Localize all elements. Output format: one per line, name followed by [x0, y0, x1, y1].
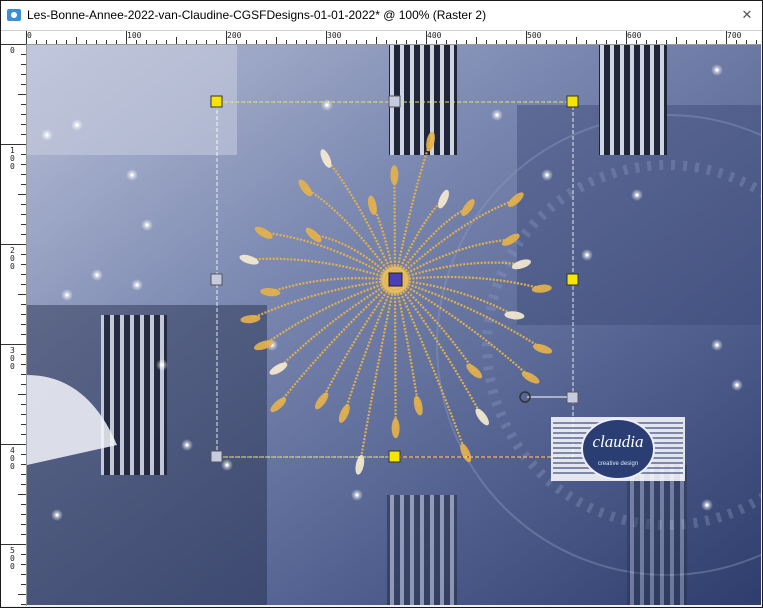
- vruler-label-100: 100: [10, 146, 15, 171]
- handle-top-left[interactable]: [210, 95, 223, 108]
- decor-bars: [101, 315, 167, 475]
- window-title: Les-Bonne-Annee-2022-van-Claudine-CGSFDe…: [27, 8, 487, 22]
- vruler-label-300: 300: [10, 346, 15, 371]
- vruler-label-400: 400: [10, 446, 15, 471]
- ruler-label-400: 400: [427, 31, 442, 40]
- decor-bars: [387, 495, 457, 605]
- vertical-ruler[interactable]: 0 100 200 300 400 500: [1, 44, 27, 606]
- image-canvas[interactable]: claudia creative design: [27, 45, 761, 605]
- ruler-label-100: 100: [127, 31, 142, 40]
- ruler-label-300: 300: [327, 31, 342, 40]
- handle-bottom[interactable]: [388, 450, 401, 463]
- horizontal-ruler[interactable]: 0 100 200 300 400 500 600 700: [26, 31, 761, 45]
- vruler-label-0: 0: [10, 46, 15, 55]
- background-panel: [27, 45, 237, 155]
- ruler-label-200: 200: [227, 31, 242, 40]
- image-document-icon: [7, 9, 21, 21]
- watermark-subtext: creative design: [598, 461, 638, 467]
- vruler-label-500: 500: [10, 546, 15, 571]
- ruler-label-500: 500: [527, 31, 542, 40]
- image-window: Les-Bonne-Annee-2022-van-Claudine-CGSFDe…: [0, 0, 763, 608]
- handle-top[interactable]: [388, 95, 401, 108]
- vertical-ruler-ticks: [1, 44, 26, 605]
- watermark: claudia creative design: [551, 417, 685, 481]
- handle-bottom-right[interactable]: [566, 391, 579, 404]
- ruler-label-600: 600: [627, 31, 642, 40]
- title-bar[interactable]: Les-Bonne-Annee-2022-van-Claudine-CGSFDe…: [1, 1, 762, 31]
- vruler-label-200: 200: [10, 246, 15, 271]
- ruler-corner: [1, 31, 27, 45]
- ruler-label-0: 0: [27, 31, 32, 40]
- ruler-label-700: 700: [727, 31, 742, 40]
- pivot-point-handle[interactable]: [388, 272, 403, 287]
- artwork: claudia creative design: [27, 45, 761, 605]
- handle-top-right[interactable]: [566, 95, 579, 108]
- decor-bars: [599, 45, 667, 155]
- close-button[interactable]: ✕: [736, 6, 758, 24]
- handle-right[interactable]: [566, 273, 579, 286]
- watermark-text: claudia: [593, 432, 644, 451]
- decor-bars: [627, 465, 687, 605]
- handle-bottom-left[interactable]: [210, 450, 223, 463]
- handle-left[interactable]: [210, 273, 223, 286]
